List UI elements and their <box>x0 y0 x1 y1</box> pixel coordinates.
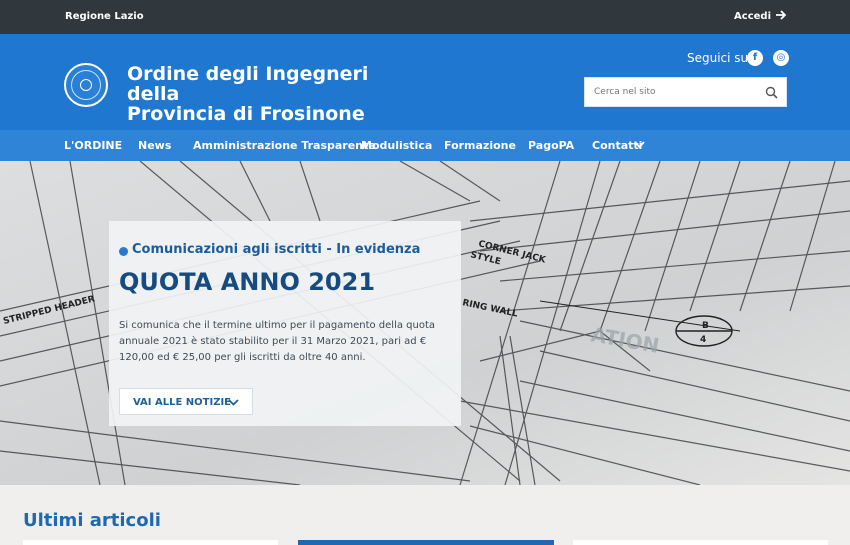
nav-item-formazione[interactable]: Formazione <box>444 139 516 152</box>
logo-core <box>80 79 92 91</box>
view-news-button[interactable]: VAI ALLE NOTIZIE <box>119 388 253 415</box>
nav-item-amministrazione[interactable]: Amministrazione Trasparente <box>193 139 376 152</box>
view-news-label: VAI ALLE NOTIZIE <box>133 397 232 408</box>
login-link[interactable]: Accedi <box>734 11 771 22</box>
hero-category[interactable]: Comunicazioni agli iscritti - In evidenz… <box>132 242 420 257</box>
chevron-down-icon[interactable] <box>634 141 645 149</box>
search-box <box>584 77 787 107</box>
site-title-line2: Provincia di Frosinone <box>127 103 365 125</box>
facebook-icon[interactable]: f <box>747 50 763 66</box>
site-title[interactable]: Ordine degli Ingegneri della Provincia d… <box>127 64 407 124</box>
region-link[interactable]: Regione Lazio <box>65 11 144 22</box>
site-title-line1: Ordine degli Ingegneri della <box>127 63 369 105</box>
logo[interactable] <box>64 63 108 107</box>
arrow-right-icon[interactable] <box>774 8 788 22</box>
latest-articles-section: Ultimi articoli <box>0 485 850 545</box>
nav-item-modulistica[interactable]: Modulistica <box>361 139 432 152</box>
hero-summary: Si comunica che il termine ultimo per il… <box>119 320 436 363</box>
nav-item-ordine[interactable]: L'ORDINE <box>64 139 122 152</box>
search-icon[interactable] <box>765 86 778 99</box>
hero-slider: B 4 CORNER JACK STYLE RING WALL STRIPPED… <box>0 161 850 485</box>
follow-label: Seguici su <box>687 51 749 65</box>
blueprint-mark-4: 4 <box>700 335 706 345</box>
article-card[interactable] <box>298 540 554 545</box>
nav-item-news[interactable]: News <box>138 139 171 152</box>
site-header: Ordine degli Ingegneri della Provincia d… <box>0 34 850 130</box>
article-card[interactable] <box>23 540 278 545</box>
top-bar: Regione Lazio Accedi <box>0 0 850 34</box>
chevron-down-icon <box>228 399 239 406</box>
hero-headline[interactable]: QUOTA ANNO 2021 <box>119 268 375 296</box>
web-icon[interactable]: ◎ <box>773 50 789 66</box>
hero-card: Comunicazioni agli iscritti - In evidenz… <box>109 221 461 426</box>
latest-articles-title: Ultimi articoli <box>23 510 161 531</box>
nav-item-pagopa[interactable]: PagoPA <box>528 139 574 152</box>
category-dot-icon <box>119 247 128 256</box>
main-nav: L'ORDINE News Amministrazione Trasparent… <box>0 130 850 161</box>
login-label: Accedi <box>734 11 771 22</box>
blueprint-mark-b: B <box>702 321 709 331</box>
search-input[interactable] <box>585 78 755 106</box>
article-card[interactable] <box>573 540 828 545</box>
